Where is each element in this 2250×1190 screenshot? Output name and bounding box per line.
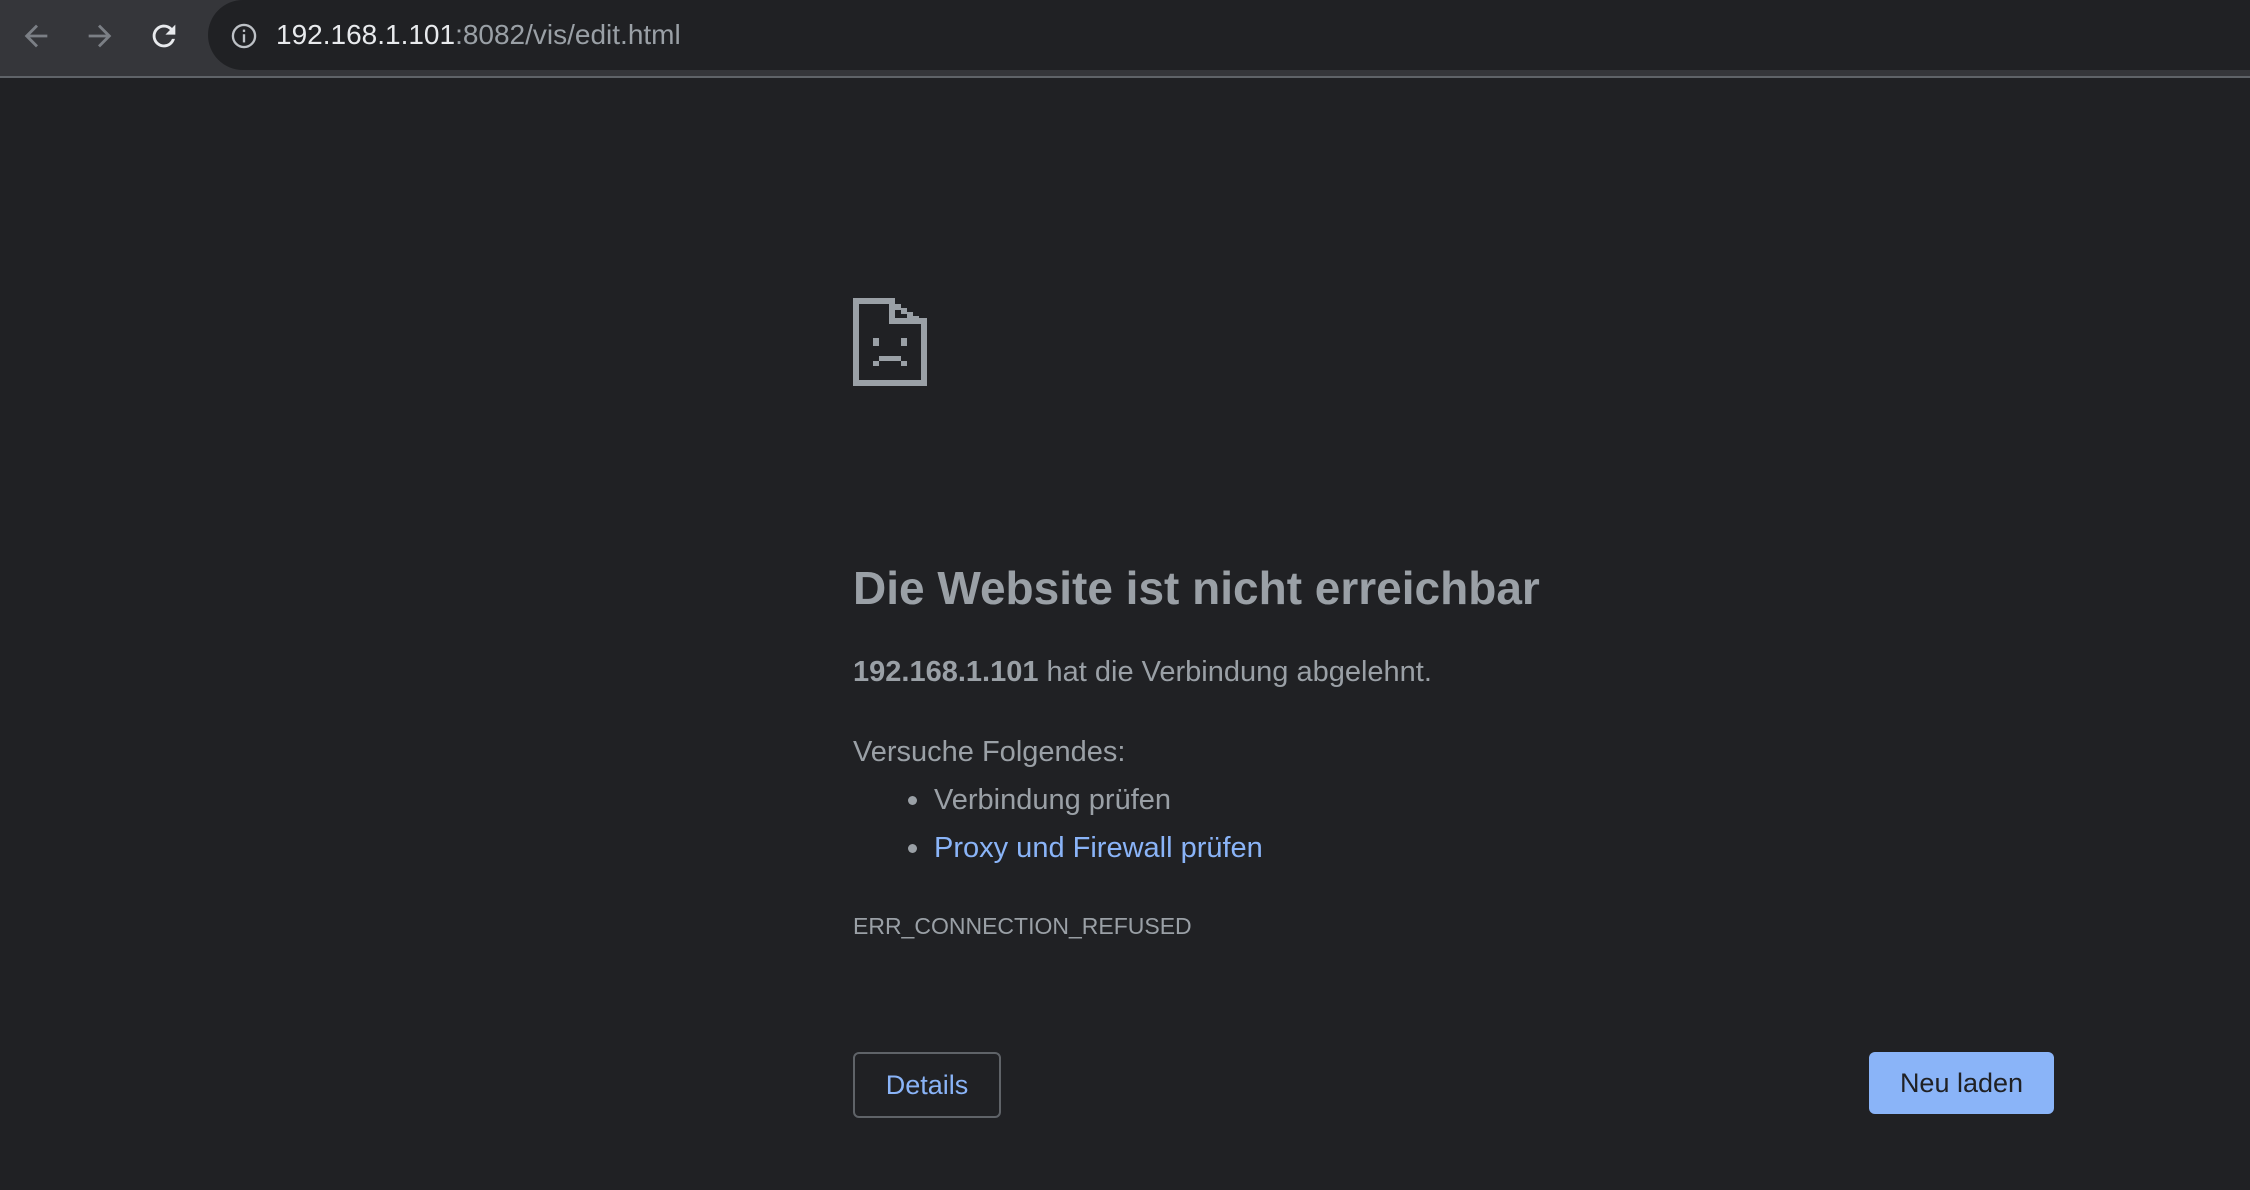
suggestions-list: Verbindung prüfen Proxy und Firewall prü… <box>853 778 1263 874</box>
error-code: ERR_CONNECTION_REFUSED <box>853 913 1192 939</box>
list-item: Proxy und Firewall prüfen <box>853 826 1263 874</box>
suggestions-heading: Versuche Folgendes: <box>853 736 1126 768</box>
suggestion-check-connection: Verbindung prüfen <box>934 784 1172 816</box>
forward-button[interactable] <box>76 12 124 60</box>
bullet-icon <box>908 844 917 853</box>
arrow-right-icon <box>88 24 112 48</box>
address-bar[interactable]: 192.168.1.101:8082/vis/edit.html <box>208 0 2250 70</box>
back-button[interactable] <box>12 12 60 60</box>
page-title: Die Website ist nicht erreichbar <box>853 562 1540 614</box>
url-host: 192.168.1.101 <box>276 19 456 50</box>
list-item: Verbindung prüfen <box>853 778 1263 826</box>
reload-button[interactable] <box>140 12 188 60</box>
url-text[interactable]: 192.168.1.101:8082/vis/edit.html <box>276 18 681 52</box>
sad-document-icon <box>853 298 927 386</box>
bullet-icon <box>908 796 917 805</box>
error-page <box>0 78 2250 1190</box>
url-path: :8082/vis/edit.html <box>455 19 681 50</box>
reload-icon <box>152 24 176 48</box>
summary-host: 192.168.1.101 <box>853 656 1039 688</box>
info-icon[interactable] <box>230 22 258 50</box>
error-summary: 192.168.1.101 hat die Verbindung abgeleh… <box>853 652 1432 692</box>
reload-page-button[interactable]: Neu laden <box>1869 1052 2054 1114</box>
arrow-left-icon <box>24 24 48 48</box>
browser-toolbar: 192.168.1.101:8082/vis/edit.html <box>0 0 2250 78</box>
proxy-firewall-link[interactable]: Proxy und Firewall prüfen <box>934 832 1263 864</box>
summary-text: hat die Verbindung abgelehnt. <box>1038 656 1432 688</box>
details-button[interactable]: Details <box>853 1052 1001 1118</box>
